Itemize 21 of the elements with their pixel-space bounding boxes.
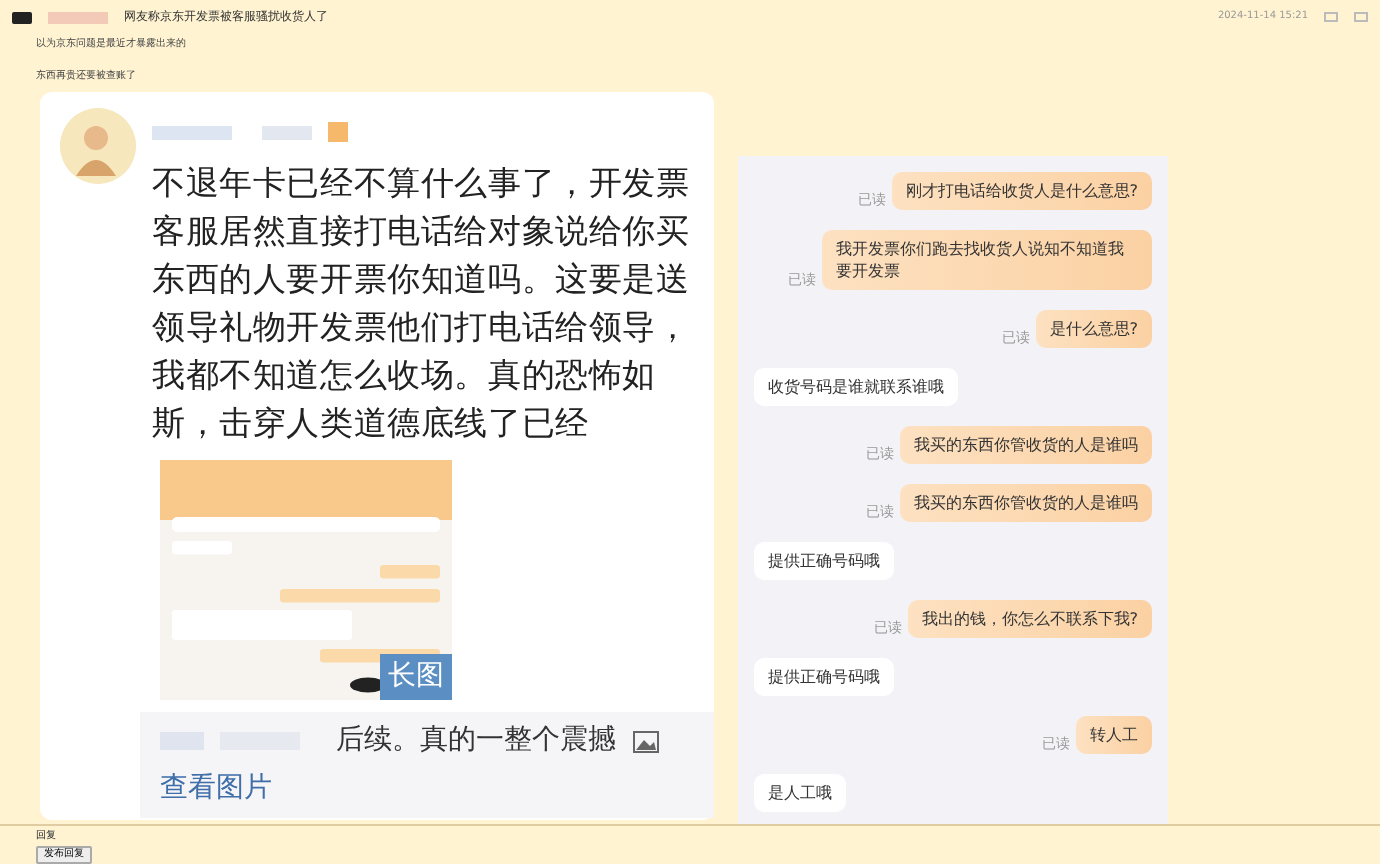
long-image-label: 长图 [380,654,452,700]
comment-text: 不退年卡已经不算什么事了，开发票客服居然直接打电话给对象说给你买东西的人要开票你知道吗。这要是送领导礼物开发票他们打电话给领导，我都不知道怎么收场。真的恐怖如斯，击穿人类道德底线了已经 [152,162,692,446]
sent-message: 我出的钱，你怎么不联系下我? [907,600,1152,638]
received-message: 是人工哦 [754,774,846,812]
received-message: 提供正确号码哦 [754,542,894,580]
window-icon[interactable] [1324,12,1338,22]
sent-message: 刚才打电话给收货人是什么意思? [891,172,1152,210]
view-images-link[interactable]: 查看图片 [160,772,272,804]
sent-message: 转人工 [1076,716,1152,754]
window-icon[interactable] [1354,12,1368,22]
sent-message: 我买的东西你管收货的人是谁吗 [900,484,1152,522]
sent-message: 我买的东西你管收货的人是谁吗 [900,426,1152,464]
redaction-block [48,11,108,23]
avatar [60,108,136,184]
received-message: 收货号码是谁就联系谁哦 [754,368,958,406]
followup-text: 后续。真的一整个震撼 [336,722,616,760]
tag-icon [12,11,32,23]
received-message: 提供正确号码哦 [754,658,894,696]
sent-message: 是什么意思? [1035,310,1152,348]
image-icon [632,729,660,753]
sent-message: 我开发票你们跑去找收货人说知不知道我要开发票 [822,230,1152,290]
